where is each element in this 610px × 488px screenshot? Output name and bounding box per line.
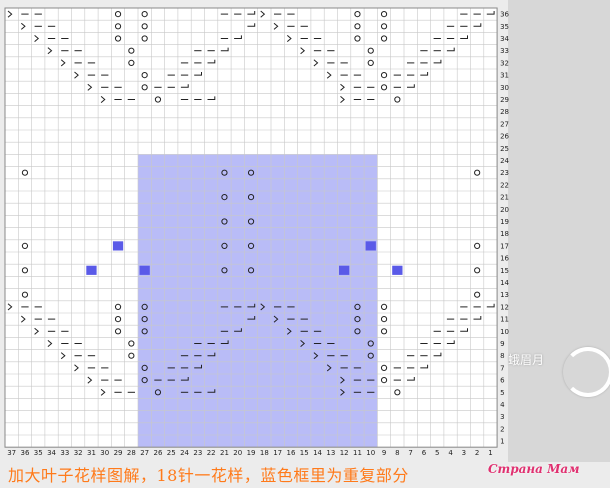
repeat-marker [86, 265, 97, 275]
column-number: 26 [153, 449, 162, 457]
row-number: 24 [500, 157, 509, 165]
column-number: 6 [422, 449, 427, 457]
row-number: 35 [500, 23, 509, 31]
row-number: 15 [500, 267, 509, 275]
row-number: 25 [500, 145, 509, 153]
row-number: 17 [500, 242, 509, 250]
column-number: 32 [74, 449, 83, 457]
column-number: 28 [127, 449, 136, 457]
column-number: 16 [286, 449, 295, 457]
column-number: 10 [366, 449, 375, 457]
column-number: 7 [408, 449, 412, 457]
row-number: 11 [500, 316, 509, 324]
row-number: 2 [500, 425, 504, 433]
row-number: 12 [500, 303, 509, 311]
site-badge: Страна Мам [488, 462, 580, 476]
column-number: 13 [326, 449, 335, 457]
row-number: 29 [500, 96, 509, 104]
chart-caption: 加大叶子花样图解，18针一花样，蓝色框里为重复部分 [8, 466, 409, 485]
column-number: 8 [395, 449, 399, 457]
row-number: 1 [500, 438, 504, 446]
row-number: 32 [500, 59, 509, 67]
moon-icon [563, 347, 610, 397]
row-number: 10 [500, 328, 509, 336]
column-number: 20 [233, 449, 242, 457]
column-number: 21 [220, 449, 229, 457]
column-number: 14 [313, 449, 322, 457]
row-number: 30 [500, 84, 509, 92]
repeat-marker [365, 241, 376, 251]
column-number: 17 [273, 449, 282, 457]
column-number: 9 [382, 449, 386, 457]
column-numbers: 37 36 35 34 33 32 31 30 29 28 27 26 25 24 23 22 21 20 19 18… [7, 449, 492, 457]
row-number: 26 [500, 133, 509, 141]
column-number: 2 [475, 449, 479, 457]
repeat-marker [112, 241, 124, 251]
row-number: 27 [500, 120, 509, 128]
column-number: 31 [87, 449, 96, 457]
row-number: 19 [500, 218, 509, 226]
column-number: 34 [47, 449, 56, 457]
repeat-marker [392, 265, 403, 275]
row-number: 3 [500, 413, 504, 421]
column-number: 5 [435, 449, 439, 457]
column-number: 19 [247, 449, 256, 457]
column-number: 15 [300, 449, 309, 457]
column-number: 12 [340, 449, 349, 457]
row-number: 9 [500, 340, 504, 348]
column-number: 35 [34, 449, 43, 457]
row-number: 14 [500, 279, 509, 287]
column-number: 37 [7, 449, 16, 457]
column-number: 29 [114, 449, 123, 457]
column-number: 23 [193, 449, 202, 457]
repeat-marker [139, 265, 150, 275]
knitting-chart: 36 35 34 33 32 31 30 29 28 27 26 25 24 23 22 21 20 19 18 17… [0, 0, 610, 488]
row-number: 22 [500, 181, 509, 189]
row-number: 5 [500, 389, 504, 397]
row-number: 34 [500, 35, 509, 43]
column-number: 3 [462, 449, 466, 457]
row-number: 7 [500, 364, 504, 372]
column-number: 18 [260, 449, 269, 457]
column-number: 11 [353, 449, 362, 457]
row-number: 16 [500, 255, 509, 263]
column-number: 33 [60, 449, 69, 457]
column-number: 36 [20, 449, 29, 457]
column-number: 1 [488, 449, 492, 457]
row-number: 31 [500, 72, 509, 80]
column-number: 25 [167, 449, 176, 457]
row-number: 21 [500, 194, 509, 202]
column-number: 24 [180, 449, 189, 457]
row-number: 36 [500, 11, 509, 19]
row-number: 13 [500, 291, 509, 299]
column-number: 22 [207, 449, 216, 457]
row-number: 6 [500, 377, 505, 385]
column-number: 4 [448, 449, 453, 457]
row-number: 20 [500, 206, 509, 214]
repeat-marker [339, 265, 350, 275]
row-number: 4 [500, 401, 505, 409]
column-number: 30 [100, 449, 109, 457]
row-number: 8 [500, 352, 504, 360]
watermark-logo: 蛾眉月 [508, 345, 610, 415]
row-number: 23 [500, 169, 509, 177]
row-number: 18 [500, 230, 509, 238]
watermark-text: 蛾眉月 [508, 353, 545, 367]
row-number: 28 [500, 108, 509, 116]
column-number: 27 [140, 449, 149, 457]
row-number: 33 [500, 47, 509, 55]
